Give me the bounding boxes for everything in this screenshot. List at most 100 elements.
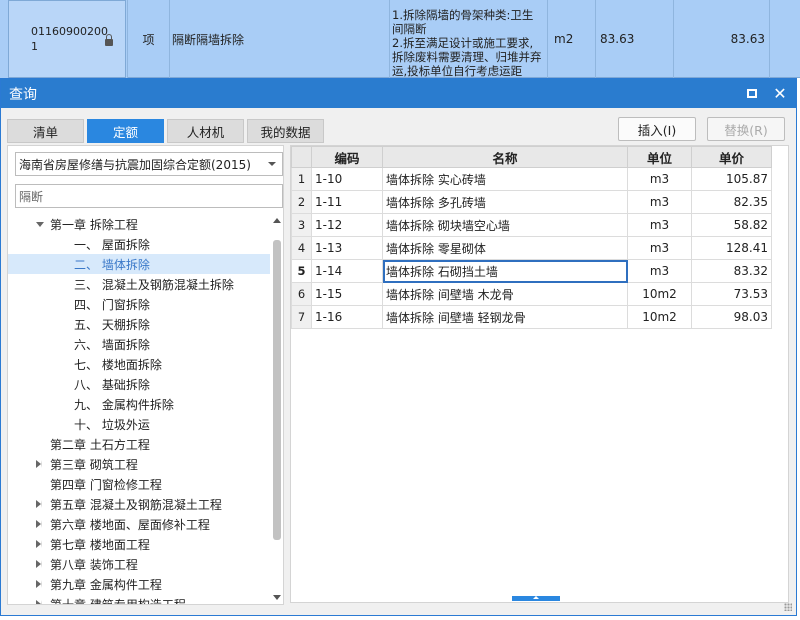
- tab-bill-list[interactable]: 清单: [7, 119, 84, 143]
- tree-node[interactable]: 第一章 拆除工程: [8, 214, 270, 234]
- table-row[interactable]: 1 1-10 墙体拆除 实心砖墙 m3 105.87: [291, 167, 772, 191]
- table-row[interactable]: 7 1-16 墙体拆除 间壁墙 轻钢龙骨 10m2 98.03: [291, 305, 772, 329]
- quota-book-value: 海南省房屋修缮与抗震加固综合定额(2015): [19, 157, 251, 172]
- resize-grip[interactable]: [784, 603, 792, 611]
- table-row[interactable]: 4 1-13 墙体拆除 零星砌体 m3 128.41: [291, 236, 772, 260]
- replace-button[interactable]: 替换(R): [707, 117, 785, 141]
- expand-arrow-icon[interactable]: [36, 580, 42, 588]
- expand-arrow-icon[interactable]: [36, 540, 42, 548]
- tree-node[interactable]: 九、 金属构件拆除: [8, 394, 270, 414]
- quota-book-select[interactable]: 海南省房屋修缮与抗震加固综合定额(2015): [15, 152, 283, 176]
- expand-arrow-icon[interactable]: [36, 560, 42, 568]
- quota-price[interactable]: 105.87: [691, 167, 772, 191]
- maximize-icon[interactable]: [742, 83, 762, 103]
- table-row[interactable]: 5 1-14 墙体拆除 石砌挡土墙 m3 83.32: [291, 259, 772, 283]
- expand-arrow-icon[interactable]: [36, 600, 42, 604]
- quota-unit[interactable]: 10m2: [627, 282, 692, 306]
- quota-name[interactable]: 墙体拆除 间壁墙 木龙骨: [382, 282, 628, 306]
- tree-node[interactable]: 第七章 楼地面工程: [8, 534, 270, 554]
- table-row[interactable]: 2 1-11 墙体拆除 多孔砖墙 m3 82.35: [291, 190, 772, 214]
- background-bill-row[interactable]: 01160900200 1 项 隔断隔墙拆除 1.拆除隔墙的骨架种类:卫生 间隔断…: [0, 0, 800, 78]
- tab-my-data[interactable]: 我的数据: [247, 119, 324, 143]
- quota-table-panel: 编码 名称 单位 单价 1 1-10 墙体拆除 实心砖墙 m3 105.87 2 1-11 墙…: [290, 145, 789, 603]
- tree-node[interactable]: 第九章 金属构件工程: [8, 574, 270, 594]
- collapse-arrow-icon[interactable]: [36, 222, 44, 227]
- quota-price[interactable]: 128.41: [691, 236, 772, 260]
- quota-name[interactable]: 墙体拆除 间壁墙 轻钢龙骨: [382, 305, 628, 329]
- quota-code[interactable]: 1-15: [311, 282, 383, 306]
- col-header-name[interactable]: 名称: [382, 146, 628, 168]
- row-unit-cell: m2: [548, 0, 596, 78]
- quota-name[interactable]: 墙体拆除 零星砌体: [382, 236, 628, 260]
- scroll-up-icon[interactable]: [273, 218, 281, 223]
- quota-code[interactable]: 1-11: [311, 190, 383, 214]
- quota-name[interactable]: 墙体拆除 砌块墙空心墙: [382, 213, 628, 237]
- expand-arrow-icon[interactable]: [36, 460, 42, 468]
- quota-code[interactable]: 1-13: [311, 236, 383, 260]
- tree-node-label: 六、 墙面拆除: [74, 337, 150, 352]
- quota-price[interactable]: 73.53: [691, 282, 772, 306]
- tree-node[interactable]: 八、 基础拆除: [8, 374, 270, 394]
- tree-node[interactable]: 第五章 混凝土及钢筋混凝土工程: [8, 494, 270, 514]
- tree-node[interactable]: 第二章 土石方工程: [8, 434, 270, 454]
- col-header-price[interactable]: 单价: [691, 146, 772, 168]
- scroll-thumb[interactable]: [273, 240, 281, 540]
- tree-node[interactable]: 六、 墙面拆除: [8, 334, 270, 354]
- tree-node-label: 第四章 门窗检修工程: [50, 477, 162, 492]
- tree-node[interactable]: 五、 天棚拆除: [8, 314, 270, 334]
- close-icon[interactable]: ✕: [770, 83, 790, 103]
- tree-node-label: 八、 基础拆除: [74, 377, 150, 392]
- tree-node[interactable]: 十、 垃圾外运: [8, 414, 270, 434]
- quota-unit[interactable]: m3: [627, 236, 692, 260]
- quota-price[interactable]: 83.32: [691, 259, 772, 283]
- quota-code[interactable]: 1-12: [311, 213, 383, 237]
- quota-unit[interactable]: m3: [627, 213, 692, 237]
- quota-price[interactable]: 82.35: [691, 190, 772, 214]
- tab-materials[interactable]: 人材机: [167, 119, 244, 143]
- quota-name[interactable]: 墙体拆除 实心砖墙: [382, 167, 628, 191]
- quota-code[interactable]: 1-14: [311, 259, 383, 283]
- quota-unit[interactable]: m3: [627, 190, 692, 214]
- scroll-down-icon[interactable]: [273, 595, 281, 600]
- quota-unit[interactable]: 10m2: [627, 305, 692, 329]
- quota-name[interactable]: 墙体拆除 多孔砖墙: [382, 190, 628, 214]
- tree-node-label: 第九章 金属构件工程: [50, 577, 162, 592]
- row-description-line: 间隔断: [392, 22, 427, 36]
- tree-node-label: 第五章 混凝土及钢筋混凝土工程: [50, 497, 222, 512]
- tree-node[interactable]: 第八章 装饰工程: [8, 554, 270, 574]
- tree-node[interactable]: 三、 混凝土及钢筋混凝土拆除: [8, 274, 270, 294]
- table-row[interactable]: 6 1-15 墙体拆除 间壁墙 木龙骨 10m2 73.53: [291, 282, 772, 306]
- tree-node[interactable]: 第十章 建筑专用构造工程: [8, 594, 270, 604]
- tab-quota[interactable]: 定额: [87, 119, 164, 143]
- quota-unit[interactable]: m3: [627, 259, 692, 283]
- tree-node-label: 三、 混凝土及钢筋混凝土拆除: [74, 277, 234, 292]
- tree-node[interactable]: 第六章 楼地面、屋面修补工程: [8, 514, 270, 534]
- tree-node[interactable]: 二、 墙体拆除: [8, 254, 270, 274]
- tree-node-label: 七、 楼地面拆除: [74, 357, 162, 372]
- tree-node[interactable]: 第三章 砌筑工程: [8, 454, 270, 474]
- col-header-unit[interactable]: 单位: [627, 146, 692, 168]
- tree-node-label: 第六章 楼地面、屋面修补工程: [50, 517, 210, 532]
- quota-unit[interactable]: m3: [627, 167, 692, 191]
- tree-node[interactable]: 七、 楼地面拆除: [8, 354, 270, 374]
- col-header-code[interactable]: 编码: [311, 146, 383, 168]
- search-input[interactable]: [15, 184, 283, 208]
- tree-node[interactable]: 四、 门窗拆除: [8, 294, 270, 314]
- quota-price[interactable]: 58.82: [691, 213, 772, 237]
- expand-arrow-icon[interactable]: [36, 520, 42, 528]
- quota-code[interactable]: 1-16: [311, 305, 383, 329]
- quota-code[interactable]: 1-10: [311, 167, 383, 191]
- quota-name[interactable]: 墙体拆除 石砌挡土墙: [382, 259, 628, 283]
- panel-splitter-handle[interactable]: [512, 596, 560, 601]
- row-number: 4: [291, 236, 312, 260]
- tab-bar: 清单 定额 人材机 我的数据: [7, 119, 327, 143]
- row-code-line1: 01160900200: [31, 25, 108, 38]
- tree-scrollbar[interactable]: [272, 214, 282, 604]
- quota-price[interactable]: 98.03: [691, 305, 772, 329]
- insert-button[interactable]: 插入(I): [618, 117, 696, 141]
- dialog-titlebar[interactable]: 查询 ✕: [1, 79, 796, 108]
- tree-node[interactable]: 一、 屋面拆除: [8, 234, 270, 254]
- tree-node[interactable]: 第四章 门窗检修工程: [8, 474, 270, 494]
- expand-arrow-icon[interactable]: [36, 500, 42, 508]
- table-row[interactable]: 3 1-12 墙体拆除 砌块墙空心墙 m3 58.82: [291, 213, 772, 237]
